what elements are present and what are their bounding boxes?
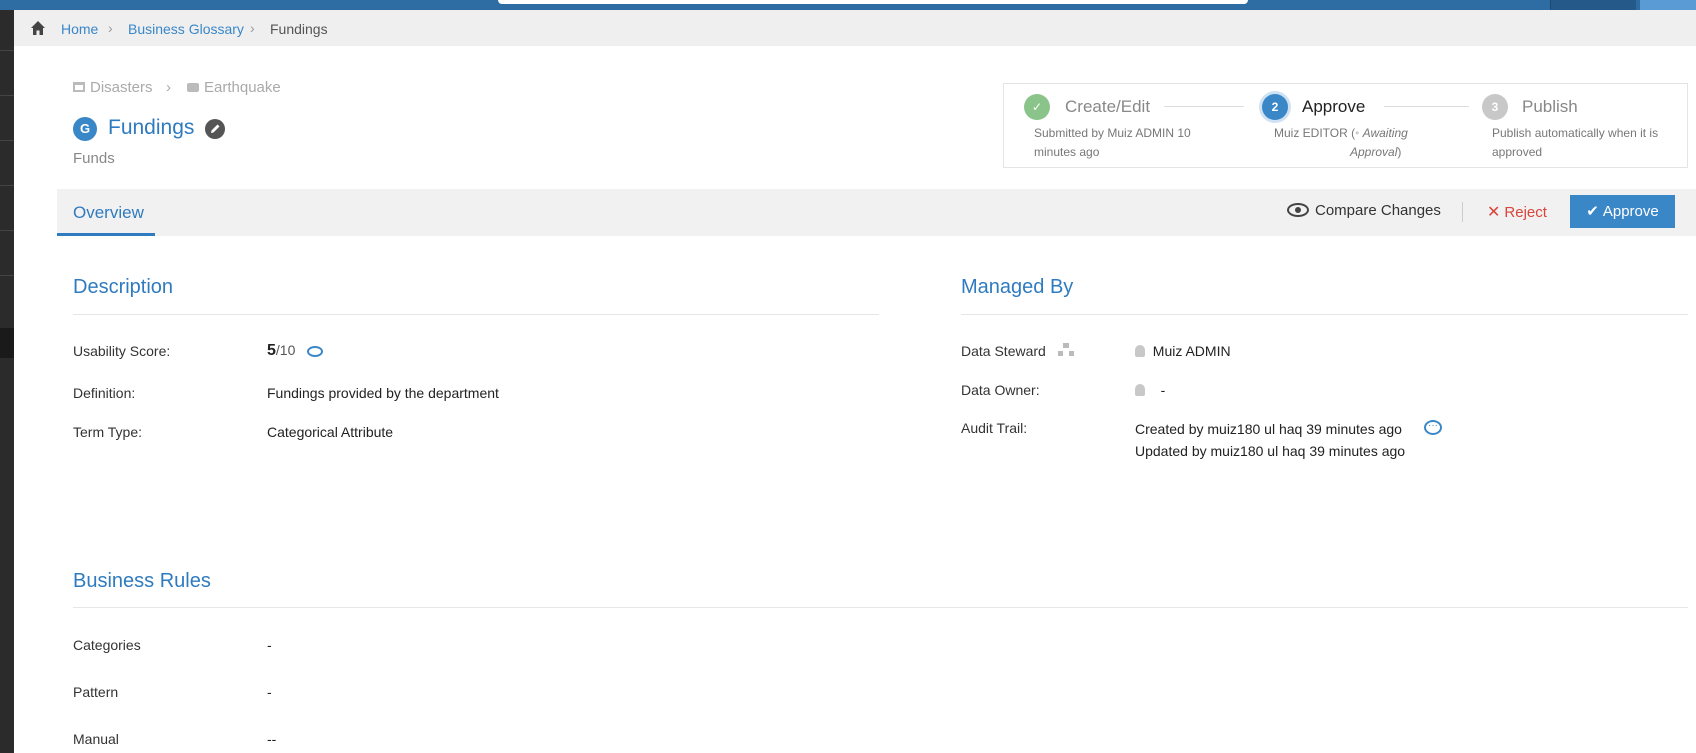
tab-overview[interactable]: Overview [57, 189, 155, 236]
step-number-badge: 2 [1262, 94, 1288, 120]
user-icon [1135, 384, 1145, 396]
pencil-icon[interactable] [205, 119, 225, 139]
folder-icon [73, 82, 85, 92]
data-steward-label: Data Steward [961, 343, 1046, 359]
description-title: Description [73, 276, 174, 298]
status-dot-icon: • [1355, 126, 1360, 140]
step-publish-desc: Publish automatically when it is approved [1492, 126, 1659, 159]
chevron-right-icon: › [166, 79, 171, 96]
sidebar-divider [0, 185, 14, 186]
managed-by-title: Managed By [961, 276, 1074, 298]
page-subtitle: Funds [73, 150, 115, 167]
left-sidebar [0, 10, 14, 753]
step-create-edit-desc: Submitted by Muiz ADMIN 10 minutes ago [1034, 126, 1191, 159]
term-type-value: Categorical Attribute [267, 424, 394, 440]
business-rules-title: Business Rules [73, 570, 211, 592]
path-child[interactable]: Earthquake [187, 79, 281, 96]
audit-updated: Updated by muiz180 ul haq 39 minutes ago [1135, 443, 1406, 459]
navbar-menu-button[interactable] [1550, 0, 1636, 10]
tab-bar: Overview Compare Changes ✕ Reject ✔ Approv… [57, 189, 1696, 236]
divider [73, 314, 879, 315]
pattern-label: Pattern [73, 684, 119, 700]
chevron-right-icon: › [108, 20, 113, 36]
categories-label: Categories [73, 637, 141, 653]
breadcrumb-glossary-link[interactable]: Business Glossary [128, 21, 244, 37]
breadcrumb-home-link[interactable]: Home [61, 21, 98, 37]
comment-icon[interactable]: ··· [1424, 420, 1442, 435]
audit-created: Created by muiz180 ul haq 39 minutes ago [1135, 421, 1402, 437]
sidebar-divider [0, 95, 14, 96]
definition-label: Definition: [73, 385, 136, 401]
data-owner-label: Data Owner: [961, 382, 1040, 398]
audit-trail-label: Audit Trail: [961, 420, 1028, 436]
briefcase-icon [187, 83, 199, 92]
step-connector [1164, 106, 1244, 107]
sidebar-divider [0, 50, 14, 51]
divider [73, 607, 1688, 608]
top-navbar [0, 0, 1696, 10]
usability-score-label: Usability Score: [73, 343, 171, 359]
step-approve-desc: Muiz EDITOR (• Awaiting Approval) [1274, 126, 1408, 159]
eye-icon [1287, 203, 1309, 217]
data-steward-value: Muiz ADMIN [1135, 343, 1231, 359]
step-create-edit: Create/Edit [1065, 97, 1151, 116]
home-icon[interactable] [30, 20, 46, 36]
chevron-right-icon: › [250, 20, 255, 36]
hierarchy-icon [1058, 343, 1074, 357]
search-input[interactable] [498, 0, 1248, 4]
term-type-label: Term Type: [73, 424, 142, 440]
sidebar-divider [0, 230, 14, 231]
definition-value: Fundings provided by the department [267, 385, 499, 401]
workflow-stepper: ✓ Create/Edit Submitted by Muiz ADMIN 10… [1003, 83, 1688, 168]
manual-value: -- [267, 731, 277, 747]
step-connector [1384, 106, 1469, 107]
approve-button[interactable]: ✔ Approve [1570, 195, 1675, 228]
manual-label: Manual [73, 731, 119, 747]
breadcrumb: Home › Business Glossary › Fundings [14, 10, 1696, 46]
reject-button[interactable]: ✕ Reject [1487, 202, 1547, 222]
glossary-term-badge: G [73, 117, 97, 141]
close-icon: ✕ [1487, 204, 1501, 221]
breadcrumb-current: Fundings [270, 21, 328, 37]
sidebar-item-active[interactable] [0, 328, 14, 358]
usability-score-value: 5/10 [267, 342, 296, 359]
compare-changes-button[interactable]: Compare Changes [1287, 202, 1441, 219]
divider [961, 314, 1688, 315]
categories-value: - [267, 637, 272, 653]
navbar-user-button[interactable] [1640, 0, 1696, 10]
data-owner-value: - [1135, 382, 1165, 398]
step-number-badge: 3 [1482, 94, 1508, 120]
divider [1462, 202, 1463, 222]
check-icon: ✓ [1024, 94, 1050, 120]
user-icon [1135, 345, 1145, 357]
sidebar-divider [0, 140, 14, 141]
pattern-value: - [267, 684, 272, 700]
eye-icon[interactable] [307, 346, 323, 357]
path-parent[interactable]: Disasters [73, 79, 153, 96]
step-publish: Publish [1522, 97, 1578, 116]
sidebar-divider [0, 275, 14, 276]
step-approve: Approve [1302, 97, 1366, 116]
check-icon: ✔ [1586, 203, 1599, 220]
page-title: Fundings [108, 116, 195, 139]
